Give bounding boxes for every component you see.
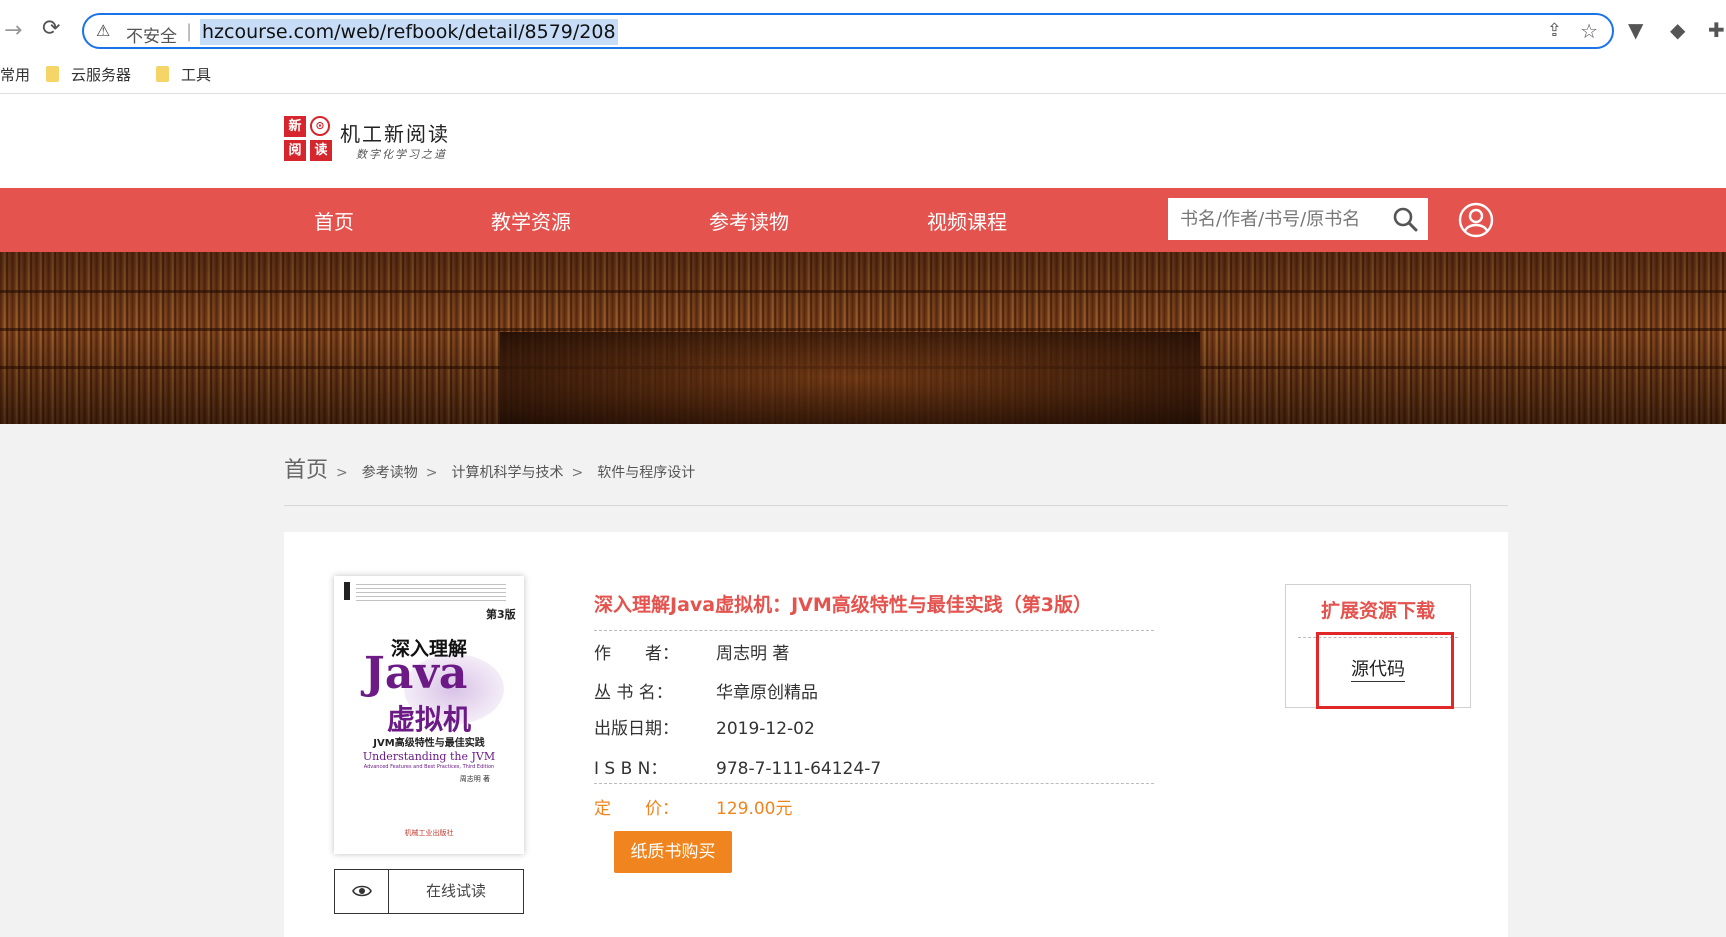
logo-name: 机工新阅读	[340, 122, 450, 146]
breadcrumb: 首页 > 参考读物 > 计算机科学与技术 > 软件与程序设计	[284, 452, 695, 483]
cover-subtitle: JVM高级特性与最佳实践	[373, 738, 485, 749]
cover-title-line3: 虚拟机	[386, 703, 471, 736]
breadcrumb-divider	[284, 505, 1508, 506]
extension-evernote-icon[interactable]: ◆	[1670, 18, 1685, 42]
search-input[interactable]	[1168, 198, 1386, 240]
breadcrumb-reference-books[interactable]: 参考读物	[362, 465, 418, 481]
cover-publisher: 机械工业出版社	[404, 829, 454, 837]
extended-resources-panel: 扩展资源下载 源代码	[1285, 584, 1471, 709]
meta-label: 丛 书 名：	[594, 683, 673, 703]
folder-icon	[46, 66, 59, 82]
extensions-puzzle-icon[interactable]: ✚	[1708, 18, 1725, 42]
bookmark-label: 工具	[181, 66, 212, 84]
library-banner	[0, 252, 1726, 424]
nav-reference-books[interactable]: 参考读物	[709, 206, 789, 235]
meta-label: 作 者：	[594, 644, 679, 664]
bookmark-tools[interactable]: 工具	[156, 64, 211, 85]
nav-home[interactable]: 首页	[314, 206, 354, 235]
extension-v-icon[interactable]: ▼	[1628, 18, 1643, 42]
share-icon[interactable]: ⇪	[1547, 20, 1562, 41]
banner-shelf	[0, 290, 1726, 293]
price-label: 定 价：	[594, 799, 679, 819]
banner-floor	[500, 332, 1200, 424]
cover-title-line2: Java	[364, 648, 468, 699]
warning-triangle-icon[interactable]: ⚠	[96, 21, 110, 40]
security-label[interactable]: 不安全	[126, 22, 177, 47]
breadcrumb-separator: >	[336, 465, 348, 481]
info-divider	[594, 630, 1154, 631]
logo-tile: 读	[310, 140, 332, 161]
eye-icon-cell	[335, 870, 389, 913]
meta-isbn: I S B N： 978-7-111-64124-7	[594, 754, 881, 779]
breadcrumb-separator: >	[425, 465, 438, 481]
book-cover: 第3版 深入理解 Java 虚拟机 JVM高级特性与最佳实践 Understan…	[334, 576, 524, 854]
site-header: 新 ⊙ 阅 读 机工新阅读 数字化学习之道	[0, 94, 1726, 188]
logo-tile: 阅	[284, 140, 306, 161]
bookmarks-bar: 常用 云服务器 工具	[0, 56, 1726, 94]
address-separator: |	[186, 21, 193, 42]
browser-toolbar: → ⟳ ⚠ 不安全 | hzcourse.com/web/refbook/det…	[0, 0, 1726, 56]
buy-paper-book-button[interactable]: 纸质书购买	[614, 831, 732, 873]
bookmark-cloud-server[interactable]: 云服务器	[46, 64, 131, 85]
forward-arrow-icon[interactable]: →	[4, 18, 22, 43]
meta-series: 丛 书 名： 华章原创精品	[594, 678, 818, 703]
cover-author: 周志明 著	[459, 775, 490, 783]
main-nav: 首页 教学资源 参考读物 视频课程	[0, 188, 1726, 252]
meta-value: 周志明 著	[716, 644, 790, 664]
user-account-icon[interactable]	[1458, 202, 1494, 238]
meta-label: I S B N：	[594, 759, 668, 779]
eye-icon	[352, 885, 372, 897]
logo-tile: 新	[284, 116, 306, 137]
cover-english-subtitle: Advanced Features and Best Practices, Th…	[363, 764, 495, 770]
breadcrumb-software-programming[interactable]: 软件与程序设计	[597, 465, 695, 481]
logo-dot-icon: ⊙	[310, 116, 330, 136]
price-value: 129.00元	[716, 799, 793, 819]
breadcrumb-computer-science[interactable]: 计算机科学与技术	[451, 465, 563, 481]
logo-slogan: 数字化学习之道	[356, 148, 447, 161]
online-trial-read-button[interactable]: 在线试读	[334, 869, 524, 914]
bookmark-common[interactable]: 常用	[0, 64, 30, 85]
logo-tiles: 新 ⊙ 阅 读	[284, 116, 334, 162]
try-read-label: 在线试读	[425, 882, 486, 900]
site-logo[interactable]: 新 ⊙ 阅 读 机工新阅读 数字化学习之道	[284, 116, 484, 164]
banner-shelf	[0, 328, 1726, 331]
book-title: 深入理解Java虚拟机：JVM高级特性与最佳实践（第3版）	[594, 594, 1092, 616]
meta-price: 定 价： 129.00元	[594, 794, 792, 819]
cover-english-title: Understanding the JVM	[362, 750, 496, 763]
source-code-highlight-box	[1316, 632, 1454, 709]
meta-value: 2019-12-02	[716, 719, 815, 739]
nav-teaching-resources[interactable]: 教学资源	[491, 206, 571, 235]
meta-value: 华章原创精品	[716, 683, 818, 703]
bookmark-label: 云服务器	[71, 66, 132, 84]
book-detail-card: 第3版 深入理解 Java 虚拟机 JVM高级特性与最佳实践 Understan…	[284, 532, 1508, 937]
address-bar[interactable]: ⚠ 不安全 | hzcourse.com/web/refbook/detail/…	[82, 13, 1614, 49]
reload-icon[interactable]: ⟳	[42, 16, 60, 41]
bookmark-star-icon[interactable]: ☆	[1580, 19, 1598, 43]
breadcrumb-separator: >	[571, 465, 584, 481]
search-icon[interactable]	[1392, 206, 1418, 232]
url-text[interactable]: hzcourse.com/web/refbook/detail/8579/208	[200, 19, 618, 45]
cover-blurb	[356, 584, 506, 604]
folder-icon	[156, 66, 169, 82]
breadcrumb-home[interactable]: 首页	[284, 458, 328, 483]
meta-label: 出版日期：	[594, 719, 679, 739]
info-divider	[594, 783, 1154, 784]
meta-value: 978-7-111-64124-7	[716, 759, 882, 779]
meta-publish-date: 出版日期： 2019-12-02	[594, 714, 815, 739]
meta-author: 作 者： 周志明 著	[594, 639, 789, 664]
cover-strip	[344, 582, 350, 600]
search-box	[1168, 198, 1428, 240]
nav-video-courses[interactable]: 视频课程	[927, 206, 1007, 235]
cover-edition: 第3版	[486, 608, 516, 621]
resources-title: 扩展资源下载	[1320, 600, 1435, 622]
